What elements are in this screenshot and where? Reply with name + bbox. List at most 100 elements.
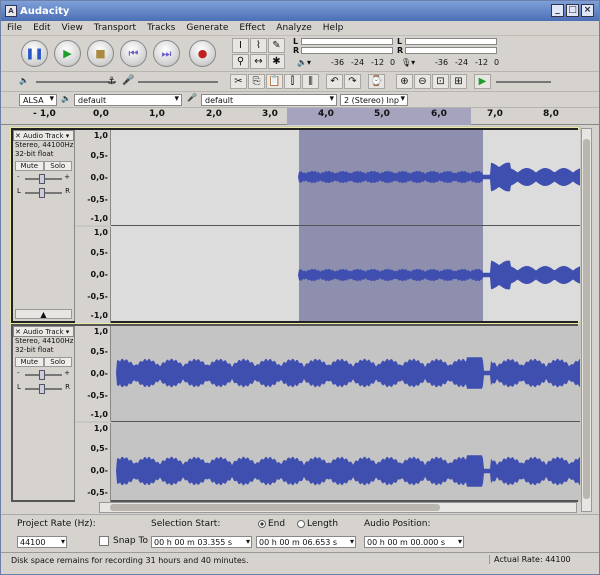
play-at-speed-icon[interactable]: ▶ [474,74,491,89]
track-name[interactable]: Audio Track [23,132,63,140]
silence-icon[interactable]: ⫼ [302,74,319,89]
menu-view[interactable]: View [62,23,83,33]
recording-volume-slider[interactable] [138,81,218,83]
menu-file[interactable]: File [7,23,22,33]
meter-db-12: -12 [371,58,385,67]
vertical-scroll-thumb[interactable] [583,139,590,499]
channels-select[interactable]: 2 (Stereo) Inp [340,94,408,106]
sync-lock-icon[interactable]: ⌚ [368,74,385,89]
fit-selection-icon[interactable]: ⊡ [432,74,449,89]
timeline-ruler[interactable]: - 1,0 0,0 1,0 2,0 3,0 4,0 5,0 6,0 7,0 8,… [1,108,599,125]
skip-end-button[interactable]: ⏭ [153,40,180,67]
mute-button[interactable]: Mute [15,161,44,171]
selection-start-field[interactable]: 00 h 00 m 03.355 s [151,536,252,548]
pause-button[interactable]: ❚❚ [21,40,48,67]
track-close-icon[interactable]: ✕ [15,328,21,336]
pan-slider[interactable]: LR [17,187,70,199]
collapse-track-button[interactable]: ▲ [15,309,72,319]
undo-icon[interactable]: ↶ [326,74,343,89]
mute-button[interactable]: Mute [15,357,44,367]
track-info-panel: ✕ Audio Track ▾ Stereo, 44100Hz 32-bit f… [13,130,75,321]
close-button[interactable]: × [581,4,594,17]
mic-icon[interactable]: 🎙▾ [401,58,415,67]
audio-position-label: Audio Position: [364,519,431,529]
menu-effect[interactable]: Effect [239,23,265,33]
vertical-scrollbar[interactable] [581,128,592,512]
multi-tool-icon[interactable]: ✱ [268,54,285,69]
menu-generate[interactable]: Generate [186,23,228,33]
selection-end-field[interactable]: 00 h 00 m 06.653 s [256,536,356,548]
recording-device-icon: 🎤 [187,93,197,102]
track-header[interactable]: ✕ Audio Track ▾ [13,326,74,337]
timeshift-tool-icon[interactable]: ↔ [250,54,267,69]
amplitude-scale: 1,0 0,5- 0,0- -0,5- -1,0 [75,326,111,421]
recording-device-select[interactable]: default [201,94,337,106]
play-button[interactable]: ▶ [54,40,81,67]
fit-project-icon[interactable]: ⊞ [450,74,467,89]
horizontal-scrollbar[interactable] [99,502,577,513]
cut-icon[interactable]: ✂ [230,74,247,89]
solo-button[interactable]: Solo [43,161,72,171]
play-speed-slider[interactable] [496,81,551,83]
paste-icon[interactable]: 📋 [266,74,283,89]
stop-button[interactable]: ■ [87,40,114,67]
audio-position-field[interactable]: 00 h 00 m 00.000 s [364,536,464,548]
envelope-tool-icon[interactable]: ⌇ [250,38,267,53]
audio-host-select[interactable]: ALSA [19,94,57,106]
playback-device-select[interactable]: default [74,94,182,106]
track-name[interactable]: Audio Track [23,328,63,336]
menu-analyze[interactable]: Analyze [276,23,311,33]
menu-edit[interactable]: Edit [33,23,50,33]
rec-meter-db-24: -24 [455,58,469,67]
record-meter-left [405,38,497,45]
selection-tool-icon[interactable]: I [232,38,249,53]
end-radio[interactable]: End [258,519,285,529]
pan-slider[interactable]: LR [17,383,70,395]
snap-to-label: Snap To [113,536,148,546]
ruler-tick: 2,0 [206,109,222,119]
trim-icon[interactable]: ⫿ [284,74,301,89]
snap-to-checkbox[interactable] [99,536,109,546]
speaker-icon[interactable]: 🔈▾ [297,58,311,67]
audacity-window: A Audacity _ □ × File Edit View Transpor… [0,0,600,575]
gain-slider[interactable]: - + [17,173,70,185]
project-rate-select[interactable]: 44100 [17,536,67,548]
waveform-track-1[interactable] [111,130,580,321]
skip-start-button[interactable]: ⏮ [120,40,147,67]
selection-start-label: Selection Start: [151,519,221,529]
track-info-panel: ✕ Audio Track ▾ Stereo, 44100Hz 32-bit f… [13,326,75,500]
status-disk-space: Disk space remains for recording 31 hour… [11,556,249,565]
zoom-out-icon[interactable]: ⊖ [414,74,431,89]
waveform-track-2[interactable] [111,326,580,500]
playback-meter-right [301,47,393,54]
playback-volume-slider[interactable] [36,81,116,83]
amplitude-scale: 1,0 0,5- 0,0- -0,5- -1,0 [75,227,111,323]
length-radio[interactable]: Length [297,519,338,529]
copy-icon[interactable]: ⎘ [248,74,265,89]
menu-help[interactable]: Help [323,23,344,33]
zoom-in-icon[interactable]: ⊕ [396,74,413,89]
gain-slider[interactable]: - + [17,369,70,381]
zoom-tool-icon[interactable]: ⚲ [232,54,249,69]
track-header[interactable]: ✕ Audio Track ▾ [13,130,74,141]
audio-track-1[interactable]: ✕ Audio Track ▾ Stereo, 44100Hz 32-bit f… [10,127,580,324]
track-close-icon[interactable]: ✕ [15,132,21,140]
ruler-tick: 1,0 [149,109,165,119]
solo-button[interactable]: Solo [43,357,72,367]
minimize-button[interactable]: _ [551,4,564,17]
draw-tool-icon[interactable]: ✎ [268,38,285,53]
maximize-button[interactable]: □ [566,4,579,17]
playback-volume-knob[interactable]: ⚓ [107,76,116,87]
playback-volume-icon: 🔈 [19,76,29,85]
redo-icon[interactable]: ↷ [344,74,361,89]
audio-track-2[interactable]: ✕ Audio Track ▾ Stereo, 44100Hz 32-bit f… [11,324,580,502]
ruler-tick: 4,0 [318,109,334,119]
record-button[interactable]: ● [189,40,216,67]
meter-db-36: -36 [331,58,345,67]
app-icon: A [5,5,17,17]
menu-transport[interactable]: Transport [94,23,136,33]
transport-toolbar: ❚❚ ▶ ■ ⏮ ⏭ ● I ⌇ ✎ ⚲ ↔ ✱ L R L R 🔈▾ -36 … [1,36,599,72]
rec-meter-db-36: -36 [435,58,449,67]
horizontal-scroll-thumb[interactable] [110,504,440,511]
menu-tracks[interactable]: Tracks [147,23,175,33]
